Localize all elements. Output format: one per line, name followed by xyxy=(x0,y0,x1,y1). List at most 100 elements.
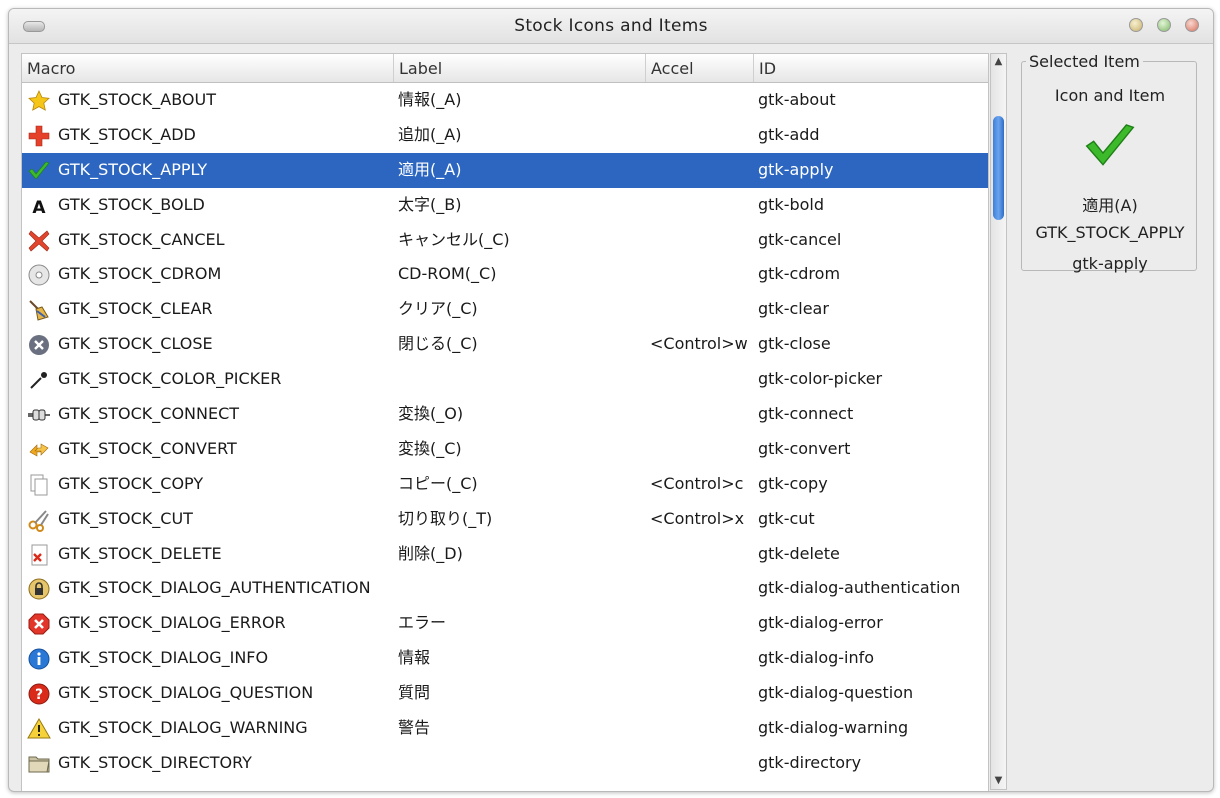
column-header-macro[interactable]: Macro xyxy=(22,54,394,82)
window-title: Stock Icons and Items xyxy=(514,16,708,36)
row-macro: GTK_STOCK_DIALOG_QUESTION xyxy=(58,683,314,703)
row-macro: GTK_STOCK_CLEAR xyxy=(58,299,213,319)
delete-document-icon xyxy=(27,543,51,567)
row-label: 削除(_D) xyxy=(398,543,463,563)
row-macro: GTK_STOCK_CONVERT xyxy=(58,438,237,458)
selected-item-label-text: 適用(A) xyxy=(1082,196,1138,215)
main-window: Stock Icons and Items Macro Label Accel … xyxy=(8,8,1214,792)
table-row[interactable]: GTK_STOCK_CONVERT 変換(_C) gtk-convert xyxy=(22,432,988,467)
table-row[interactable]: GTK_STOCK_DIALOG_ERROR エラー gtk-dialog-erro… xyxy=(22,606,988,641)
table-row[interactable]: GTK_STOCK_APPLY 適用(_A) gtk-apply xyxy=(22,152,988,188)
row-id: gtk-delete xyxy=(758,543,840,563)
row-label: エラー xyxy=(398,613,447,633)
scroll-down-arrow-icon[interactable]: ▼ xyxy=(991,773,1006,789)
info-icon xyxy=(27,647,51,671)
row-macro: GTK_STOCK_CUT xyxy=(58,508,193,528)
table-row[interactable]: GTK_STOCK_DIALOG_INFO 情報 gtk-dialog-info xyxy=(22,641,988,676)
selected-item-label: 適用(A) xyxy=(1022,192,1198,216)
row-label: クリア(_C) xyxy=(398,299,478,319)
row-id: gtk-connect xyxy=(758,404,854,424)
row-id: gtk-color-picker xyxy=(758,369,883,389)
column-header-accel[interactable]: Accel xyxy=(646,54,754,82)
table-row[interactable]: ? GTK_STOCK_DIALOG_QUESTION 質問 gtk-dialog-q… xyxy=(22,676,988,711)
table-row[interactable]: A GTK_STOCK_BOLD 太字(_B) gtk-bold xyxy=(22,188,988,223)
title-bar[interactable]: Stock Icons and Items xyxy=(9,9,1213,44)
table-row[interactable]: GTK_STOCK_CONNECT 変換(_O) gtk-connect xyxy=(22,397,988,432)
selected-item-subtitle: Icon and Item xyxy=(1054,86,1166,105)
row-id: gtk-dialog-info xyxy=(758,648,875,668)
minimize-button[interactable] xyxy=(1129,18,1143,32)
svg-text:A: A xyxy=(32,198,46,218)
cdrom-icon xyxy=(27,263,51,287)
scroll-up-arrow-icon[interactable]: ▲ xyxy=(991,54,1006,70)
row-label: コピー(_C) xyxy=(398,473,478,493)
table-row[interactable]: GTK_STOCK_DIALOG_WARNING 警告 gtk-dialog-war… xyxy=(22,711,988,746)
row-macro: GTK_STOCK_DIALOG_AUTHENTICATION xyxy=(58,578,371,598)
folder-icon xyxy=(27,752,51,776)
row-macro: GTK_STOCK_DIALOG_INFO xyxy=(58,648,269,668)
selected-checkmark-icon xyxy=(1022,118,1198,174)
cancel-x-icon xyxy=(27,229,51,253)
row-macro: GTK_STOCK_COPY xyxy=(58,473,204,493)
table-row[interactable]: GTK_STOCK_ABOUT 情報(_A) gtk-about xyxy=(22,83,988,118)
table-row[interactable]: GTK_STOCK_ADD 追加(_A) gtk-add xyxy=(22,118,988,153)
row-id: gtk-convert xyxy=(758,438,851,458)
row-macro: GTK_STOCK_COLOR_PICKER xyxy=(58,369,282,389)
table-row[interactable]: GTK_STOCK_COLOR_PICKER gtk-color-picker xyxy=(22,362,988,397)
row-accel: <Control>x xyxy=(650,508,745,528)
column-header-label[interactable]: Label xyxy=(394,54,646,82)
checkmark-icon xyxy=(27,159,51,183)
row-id: gtk-clear xyxy=(758,299,829,319)
row-macro: GTK_STOCK_DIALOG_ERROR xyxy=(58,613,286,633)
row-macro: GTK_STOCK_ADD xyxy=(58,124,196,144)
warning-icon xyxy=(27,717,51,741)
selected-item-frame: Selected Item Icon and Item 適用(A) GTK_ST… xyxy=(1021,52,1198,273)
table-row[interactable]: GTK_STOCK_CUT 切り取り(_T) <Control>x gtk-cut xyxy=(22,502,988,537)
table-row[interactable]: GTK_STOCK_CLOSE 閉じる(_C) <Control>w gtk-clos… xyxy=(22,327,988,362)
row-label: 切り取り(_T) xyxy=(398,508,493,528)
list-rows: GTK_STOCK_ABOUT 情報(_A) gtk-about GTK_STOCK_… xyxy=(22,83,988,781)
selected-item-frame-title: Selected Item xyxy=(1026,52,1143,71)
row-macro: GTK_STOCK_APPLY xyxy=(58,159,208,179)
row-label: キャンセル(_C) xyxy=(398,229,510,249)
table-row[interactable]: GTK_STOCK_CDROM CD-ROM(_C) gtk-cdrom xyxy=(22,257,988,292)
close-window-button[interactable] xyxy=(1185,18,1199,32)
table-row[interactable]: GTK_STOCK_COPY コピー(_C) <Control>c gtk-copy xyxy=(22,467,988,502)
vertical-scrollbar[interactable]: ▲ ▼ xyxy=(990,53,1007,790)
plug-icon xyxy=(27,403,51,427)
scrollbar-thumb[interactable] xyxy=(993,116,1004,220)
row-macro: GTK_STOCK_CONNECT xyxy=(58,404,240,424)
table-row[interactable]: GTK_STOCK_DIALOG_AUTHENTICATION gtk-dialo… xyxy=(22,571,988,606)
row-label: 警告 xyxy=(398,718,431,738)
row-macro: GTK_STOCK_DELETE xyxy=(58,543,222,563)
row-id: gtk-dialog-authentication xyxy=(758,578,961,598)
row-label: 変換(_C) xyxy=(398,438,462,458)
table-row[interactable]: GTK_STOCK_DIRECTORY gtk-directory xyxy=(22,746,988,781)
plus-icon xyxy=(27,124,51,148)
broom-icon xyxy=(27,298,51,322)
selected-item-macro: GTK_STOCK_APPLY xyxy=(1035,223,1185,242)
column-header-id[interactable]: ID xyxy=(754,54,988,82)
row-label: 閉じる(_C) xyxy=(398,334,478,354)
row-label: 太字(_B) xyxy=(398,194,462,214)
star-icon xyxy=(27,89,51,113)
eyedropper-icon xyxy=(27,368,51,392)
row-label: 質問 xyxy=(398,683,431,703)
row-id: gtk-copy xyxy=(758,473,828,493)
convert-arrows-icon xyxy=(27,438,51,462)
table-row[interactable]: GTK_STOCK_CANCEL キャンセル(_C) gtk-cancel xyxy=(22,223,988,258)
row-label: CD-ROM(_C) xyxy=(398,264,497,284)
row-id: gtk-cut xyxy=(758,508,815,528)
bold-icon: A xyxy=(27,194,51,218)
selected-item-id: gtk-apply xyxy=(1072,254,1148,273)
maximize-button[interactable] xyxy=(1157,18,1171,32)
row-id: gtk-cdrom xyxy=(758,264,841,284)
table-row[interactable]: GTK_STOCK_DELETE 削除(_D) gtk-delete xyxy=(22,537,988,572)
row-macro: GTK_STOCK_CLOSE xyxy=(58,334,213,354)
stock-items-list[interactable]: Macro Label Accel ID GTK_STOCK_ABOUT 情報(_… xyxy=(21,53,989,791)
row-macro: GTK_STOCK_BOLD xyxy=(58,194,205,214)
row-label: 追加(_A) xyxy=(398,124,462,144)
row-accel: <Control>c xyxy=(650,473,744,493)
copy-icon xyxy=(27,473,51,497)
table-row[interactable]: GTK_STOCK_CLEAR クリア(_C) gtk-clear xyxy=(22,292,988,327)
